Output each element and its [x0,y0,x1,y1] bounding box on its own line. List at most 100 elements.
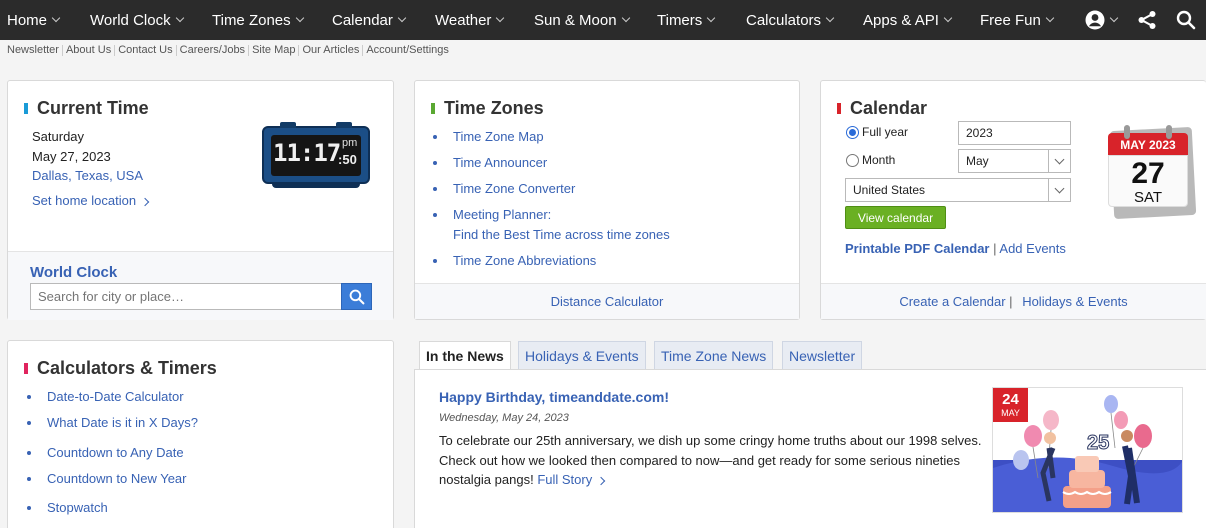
news-card: Happy Birthday, timeanddate.com! Wednesd… [414,369,1206,528]
calendar-date-icon: MAY 2023 27 SAT [1106,125,1198,220]
nav-timers[interactable]: Timers [657,0,716,40]
subnav-contact-us[interactable]: Contact Us [115,44,177,56]
nav-apps-api[interactable]: Apps & API [863,0,953,40]
world-clock-title[interactable]: World Clock [30,264,117,281]
month-label: Month [862,153,896,167]
link-time-zone-converter[interactable]: Time Zone Converter [433,181,575,196]
calendar-icon-day: 27 [1131,157,1165,190]
link-time-announcer[interactable]: Time Announcer [433,155,547,170]
nav-world-clock[interactable]: World Clock [90,0,184,40]
link-time-zone-map[interactable]: Time Zone Map [433,129,544,144]
nav-calendar[interactable]: Calendar [332,0,407,40]
tab-in-the-news[interactable]: In the News [419,341,511,370]
tab-time-zone-news[interactable]: Time Zone News [654,341,774,369]
digital-clock-icon: 11:17 pm :50 [262,122,370,190]
nav-time-zones[interactable]: Time Zones [212,0,304,40]
nav-sun-moon[interactable]: Sun & Moon [534,0,630,40]
share-button[interactable] [1137,0,1157,40]
news-image-number: 25 [1086,432,1110,455]
nav-calculators[interactable]: Calculators [746,0,835,40]
calendar-links: Printable PDF Calendar | Add Events [845,241,1066,256]
holidays-events-link[interactable]: Holidays & Events [1022,294,1128,309]
month-select[interactable]: May [958,149,1071,173]
link-countdown-any-date[interactable]: Countdown to Any Date [27,445,184,460]
link-date-to-date[interactable]: Date-to-Date Calculator [27,389,184,404]
calculators-title-text: Calculators & Timers [37,358,217,378]
distance-calculator-link[interactable]: Distance Calculator [551,294,664,309]
subnav-newsletter[interactable]: Newsletter [7,44,63,56]
time-zones-card: Time Zones Time Zone Map Time Announcer … [414,80,800,320]
calendar-icon-month: MAY [1120,138,1146,152]
set-home-location-link[interactable]: Set home location [32,193,150,208]
month-radio[interactable] [846,154,859,167]
share-icon [1138,11,1156,29]
news-image[interactable]: 25 24 MAY [992,387,1183,513]
year-input[interactable]: 2023 [958,121,1071,145]
chevron-down-icon [51,13,61,23]
nav-weather-label: Weather [435,11,492,29]
news-body-line: To celebrate our 25th anniversary, we di… [439,433,982,448]
secondary-navigation: Newsletter About Us Contact Us Careers/J… [0,40,1206,60]
calculators-card: Calculators & Timers Date-to-Date Calcul… [7,340,394,528]
account-menu[interactable] [1085,0,1119,40]
full-story-link[interactable]: Full Story [537,472,606,487]
subnav-our-articles[interactable]: Our Articles [299,44,364,56]
current-location-link[interactable]: Dallas, Texas, USA [32,168,143,183]
nav-weather[interactable]: Weather [435,0,505,40]
create-calendar-link[interactable]: Create a Calendar [899,294,1005,309]
add-events-link[interactable]: Add Events [999,241,1066,256]
city-search-input[interactable] [30,283,342,310]
clock-time: 11:17 [273,139,341,167]
current-time-title: Current Time [24,98,149,119]
view-calendar-button[interactable]: View calendar [845,206,946,229]
nav-apps-api-label: Apps & API [863,11,939,29]
calendar-card: Calendar Full year Month 2023 May United… [820,80,1206,320]
link-meeting-planner[interactable]: Meeting Planner: [433,207,551,222]
calendar-icon-year: 2023 [1149,138,1176,152]
user-icon [1085,10,1105,30]
chevron-down-icon [825,13,835,23]
link-stopwatch[interactable]: Stopwatch [27,500,108,515]
tab-holidays-events[interactable]: Holidays & Events [518,341,646,369]
subnav-careers[interactable]: Careers/Jobs [177,44,250,56]
search-button[interactable] [1176,0,1196,40]
time-zones-title: Time Zones [431,98,544,119]
nav-free-fun[interactable]: Free Fun [980,0,1055,40]
link-time-zone-abbreviations[interactable]: Time Zone Abbreviations [433,253,596,268]
full-year-label: Full year [862,125,909,139]
clock-button [336,122,352,128]
top-navigation: Home World Clock Time Zones Calendar Wea… [0,0,1206,40]
news-image-day: 24 [1002,391,1019,408]
month-value: May [966,154,989,168]
news-date: Wednesday, May 24, 2023 [439,412,569,424]
full-year-radio[interactable] [846,126,859,139]
news-image-month: MAY [1001,408,1020,418]
clock-seconds: :50 [338,152,357,167]
subnav-about-us[interactable]: About Us [63,44,116,56]
chevron-down-icon [1048,150,1070,172]
calendar-ring [1166,125,1172,139]
tab-newsletter[interactable]: Newsletter [782,341,863,369]
news-headline[interactable]: Happy Birthday, timeanddate.com! [439,389,669,405]
city-search-button[interactable] [341,283,372,310]
current-date: May 27, 2023 [32,149,111,164]
link-meeting-planner-subtitle[interactable]: Find the Best Time across time zones [453,227,670,242]
subnav-site-map[interactable]: Site Map [249,44,300,56]
search-icon [349,289,364,304]
accent-bar [24,103,28,114]
subnav-account-settings[interactable]: Account/Settings [363,44,452,56]
accent-bar [431,103,435,114]
country-select[interactable]: United States [845,178,1071,202]
calendar-footer: Create a Calendar | Holidays & Events [821,283,1206,319]
country-value: United States [853,183,926,197]
chevron-down-icon [295,13,304,23]
printable-pdf-calendar-link[interactable]: Printable PDF Calendar [845,241,989,256]
nav-world-clock-label: World Clock [90,11,171,29]
link-what-date-x-days[interactable]: What Date is it in X Days? [27,415,198,430]
time-zones-footer: Distance Calculator [415,283,799,319]
calculators-title: Calculators & Timers [24,358,217,379]
nav-home-label: Home [7,11,48,29]
nav-home[interactable]: Home [7,0,61,40]
link-countdown-new-year[interactable]: Countdown to New Year [27,471,186,486]
nav-calendar-label: Calendar [332,11,393,29]
